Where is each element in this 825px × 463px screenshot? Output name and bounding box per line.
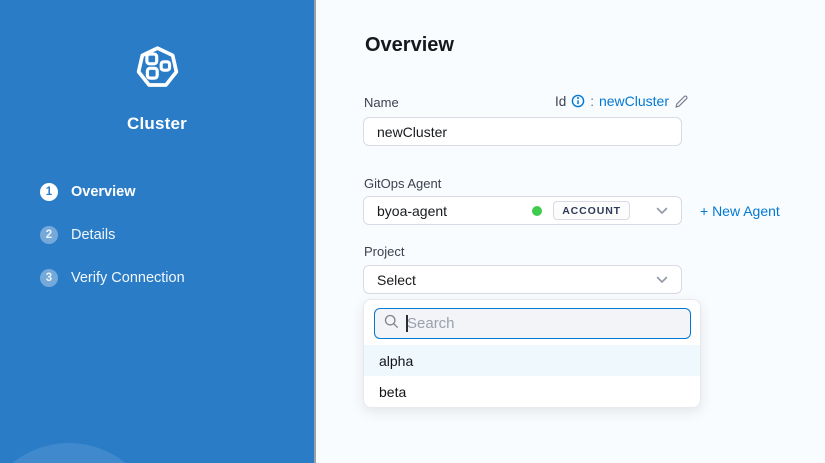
id-label: Id <box>555 94 566 109</box>
id-value-link[interactable]: newCluster <box>599 93 669 109</box>
search-input[interactable] <box>399 315 681 332</box>
edit-pencil-icon[interactable] <box>674 94 689 109</box>
step-label: Verify Connection <box>71 270 185 286</box>
step-details[interactable]: 2 Details <box>40 226 185 244</box>
overview-form: Overview Name Id : newCluster GitOps Ag <box>316 0 825 463</box>
step-overview[interactable]: 1 Overview <box>40 183 185 201</box>
wizard-steps: 1 Overview 2 Details 3 Verify Connection <box>40 183 185 312</box>
project-options: alpha beta <box>364 345 700 407</box>
name-input[interactable] <box>363 117 682 146</box>
search-icon <box>384 314 399 334</box>
step-number-badge: 2 <box>40 226 58 244</box>
agent-health-dot <box>532 206 542 216</box>
id-separator: : <box>590 94 594 109</box>
step-label: Details <box>71 227 115 243</box>
info-icon[interactable] <box>571 94 585 108</box>
gitops-agent-label: GitOps Agent <box>364 176 441 191</box>
cluster-icon <box>0 43 314 97</box>
project-label: Project <box>364 244 404 259</box>
page-title: Overview <box>365 34 454 57</box>
project-dropdown-panel: alpha beta <box>363 299 701 408</box>
agent-value: byoa-agent <box>377 203 447 219</box>
cluster-wizard: Cluster 1 Overview 2 Details 3 Verify Co… <box>0 0 825 463</box>
new-agent-button[interactable]: + New Agent <box>700 196 780 225</box>
step-number-badge: 3 <box>40 269 58 287</box>
text-caret <box>406 315 408 332</box>
project-selected-value: Select <box>377 272 416 288</box>
project-select[interactable]: Select <box>363 265 682 294</box>
dropdown-search[interactable] <box>374 308 691 339</box>
step-number-badge: 1 <box>40 183 58 201</box>
step-verify-connection[interactable]: 3 Verify Connection <box>40 269 185 287</box>
agent-scope-badge: ACCOUNT <box>553 201 630 220</box>
gitops-agent-select[interactable]: byoa-agent ACCOUNT <box>363 196 682 225</box>
step-label: Overview <box>71 184 136 200</box>
wizard-sidebar: Cluster 1 Overview 2 Details 3 Verify Co… <box>0 0 314 463</box>
chevron-down-icon <box>656 276 668 284</box>
decorative-circle <box>0 443 159 463</box>
dropdown-option[interactable]: beta <box>364 376 700 407</box>
wizard-title: Cluster <box>0 114 314 134</box>
chevron-down-icon <box>656 207 668 215</box>
id-line: Id : newCluster <box>363 93 689 109</box>
dropdown-option[interactable]: alpha <box>364 345 700 376</box>
